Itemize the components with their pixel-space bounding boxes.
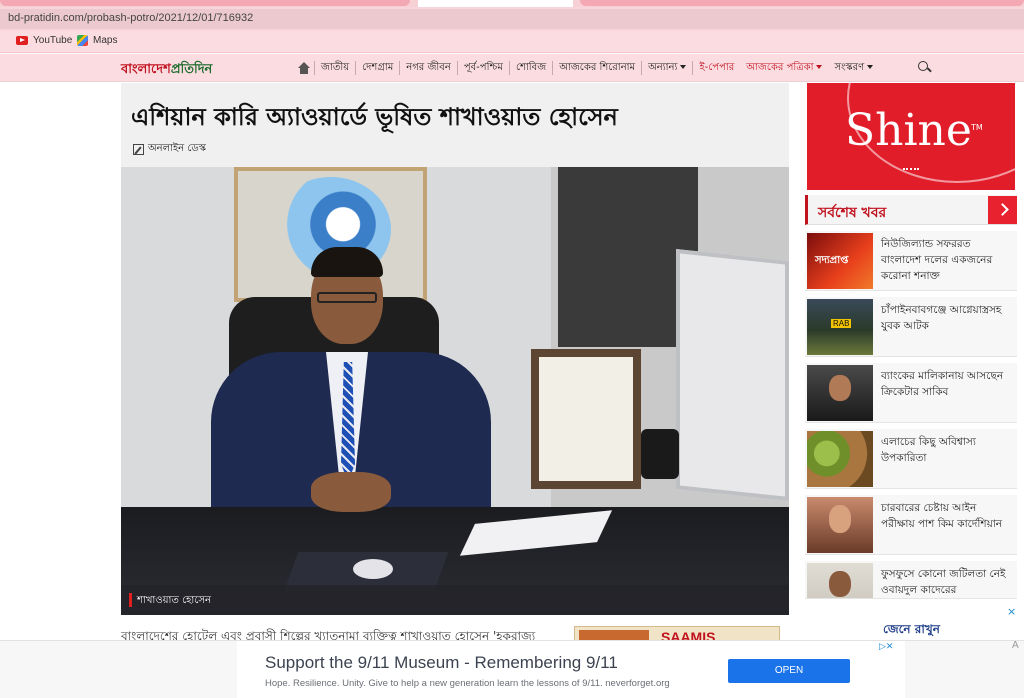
latest-news-title: সর্বশেষ খবর <box>818 205 887 221</box>
photo-monitor <box>676 249 789 501</box>
ad-headline[interactable]: Support the 9/11 Museum - Remembering 9/… <box>265 653 618 673</box>
news-thumbnail: সদ্যপ্রাপ্ত <box>807 233 873 289</box>
news-item[interactable]: সদ্যপ্রাপ্ত নিউজিল্যান্ড সফররত বাংলাদেশ … <box>805 231 1017 291</box>
nav-item-epaper[interactable]: ই-পেপার <box>692 61 740 75</box>
nav-item-national[interactable]: জাতীয় <box>314 61 355 75</box>
latest-news-header: সর্বশেষ খবর <box>805 195 1017 225</box>
nav-item-label: অন্যান্য <box>648 62 678 73</box>
browser-tab[interactable] <box>580 0 1024 6</box>
thumbnail-label: RAB <box>831 319 852 328</box>
photo-certificate <box>531 349 641 489</box>
address-bar: bd-pratidin.com/probash-potro/2021/12/01… <box>0 7 1024 31</box>
byline-text: অনলাইন ডেস্ক <box>148 143 206 154</box>
maps-icon <box>77 35 88 46</box>
news-item[interactable]: RAB চাঁপাইনবাবগঞ্জে আগ্নেয়াস্ত্রসহ যুবক… <box>805 297 1017 357</box>
url-text[interactable]: bd-pratidin.com/probash-potro/2021/12/01… <box>8 12 253 24</box>
news-title[interactable]: এলাচের কিছু অবিশ্বাস্য উপকারিতা <box>881 434 1011 466</box>
nav-item-country[interactable]: দেশগ্রাম <box>355 61 399 75</box>
article-headline: এশিয়ান কারি অ্যাওয়ার্ডে ভূষিত শাখাওয়া… <box>131 103 618 131</box>
browser-tab-active[interactable] <box>418 0 573 7</box>
news-thumbnail <box>807 497 873 553</box>
shine-tm: TM <box>971 123 983 132</box>
close-icon[interactable]: × <box>1007 605 1016 618</box>
bookmark-label: YouTube <box>33 35 73 46</box>
news-title[interactable]: ব্যাংকের মালিকানায় আসছেন ক্রিকেটার সাকি… <box>881 368 1011 400</box>
pencil-icon <box>133 144 144 155</box>
bookmarks-bar: YouTube Maps <box>0 31 1024 53</box>
nav-item-headlines[interactable]: আজকের শিরোনাম <box>552 61 641 75</box>
logo-text-green: প্রতিদিন <box>170 62 213 77</box>
sidebar-ad-text: জেনে রাখুন <box>883 622 940 636</box>
shine-dots <box>903 168 919 171</box>
news-item[interactable]: ব্যাংকের মালিকানায় আসছেন ক্রিকেটার সাকি… <box>805 363 1017 423</box>
ad-open-button[interactable]: OPEN <box>728 659 850 683</box>
photo-person-hair <box>311 247 383 277</box>
byline: অনলাইন ডেস্ক <box>133 141 206 158</box>
news-thumbnail <box>807 563 873 598</box>
bookmark-label: Maps <box>93 35 118 46</box>
nav-menu: জাতীয় দেশগ্রাম নগর জীবন পূর্ব-পশ্চিম শো… <box>298 54 879 82</box>
news-item[interactable]: চারবারের চেষ্টায় আইন পরীক্ষায় পাশ কিম … <box>805 495 1017 555</box>
nav-item-edition[interactable]: সংস্করণ <box>828 61 879 75</box>
youtube-icon <box>16 36 28 45</box>
shine-logo-text: Shine <box>845 105 972 156</box>
ad-subtext: Hope. Resilience. Unity. Give to help a … <box>265 678 670 689</box>
nav-item-others[interactable]: অন্যান্য <box>641 61 692 75</box>
site-nav: বাংলাদেশপ্রতিদিন জাতীয় দেশগ্রাম নগর জীব… <box>0 54 1024 82</box>
news-item[interactable]: এলাচের কিছু অবিশ্বাস্য উপকারিতা <box>805 429 1017 489</box>
logo-text-red: বাংলাদেশ <box>121 62 171 77</box>
news-item[interactable]: ফুসফুসে কোনো জটিলতা নেই ওবায়দুল কাদেরের <box>805 561 1017 599</box>
chevron-down-icon <box>816 65 823 69</box>
nav-item-todays-paper[interactable]: আজকের পত্রিকা <box>740 61 828 75</box>
nav-item-showbiz[interactable]: শোবিজ <box>508 61 552 75</box>
article: এশিয়ান কারি অ্যাওয়ার্ডে ভূষিত শাখাওয়া… <box>121 83 789 615</box>
photo-mouse <box>353 559 393 579</box>
news-title[interactable]: চাঁপাইনবাবগঞ্জে আগ্নেয়াস্ত্রসহ যুবক আটক <box>881 302 1011 334</box>
bookmark-youtube[interactable]: YouTube <box>16 35 72 46</box>
chevron-right-icon[interactable] <box>988 196 1017 224</box>
site-logo[interactable]: বাংলাদেশপ্রতিদিন <box>121 60 212 81</box>
chevron-down-icon <box>867 65 874 69</box>
news-thumbnail <box>807 431 873 487</box>
photo-hands <box>311 472 391 512</box>
nav-item-label: সংস্করণ <box>834 62 865 73</box>
thumbnail-label: সদ্যপ্রাপ্ত <box>815 255 849 266</box>
news-title[interactable]: ফুসফুসে কোনো জটিলতা নেই ওবায়দুল কাদেরের <box>881 566 1011 598</box>
home-icon[interactable] <box>298 62 310 74</box>
news-title[interactable]: চারবারের চেষ্টায় আইন পরীক্ষায় পাশ কিম … <box>881 500 1011 532</box>
search-icon[interactable] <box>918 61 932 75</box>
article-photo[interactable]: শাখাওয়াত হোসেন <box>121 167 789 615</box>
news-title[interactable]: নিউজিল্যান্ড সফররত বাংলাদেশ দলের একজনের … <box>881 236 1011 284</box>
bottom-ad-bar: Support the 9/11 Museum - Remembering 9/… <box>0 640 1024 698</box>
browser-tab[interactable] <box>0 0 410 6</box>
bookmark-maps[interactable]: Maps <box>77 35 117 46</box>
browser-tab-strip <box>0 0 1024 7</box>
photo-glasses <box>317 292 377 303</box>
photo-caption: শাখাওয়াত হোসেন <box>121 585 789 615</box>
news-thumbnail: RAB <box>807 299 873 355</box>
photo-phone <box>641 429 679 479</box>
chevron-down-icon <box>680 65 687 69</box>
edge-letter: A <box>1012 640 1019 651</box>
sidebar-ad[interactable]: × জেনে রাখুন <box>807 603 1017 643</box>
bottom-ad[interactable]: Support the 9/11 Museum - Remembering 9/… <box>237 641 905 698</box>
shine-ad-banner[interactable]: Shine TM <box>807 83 1015 190</box>
adchoices-icon[interactable]: ▷✕ <box>879 642 901 654</box>
news-thumbnail <box>807 365 873 421</box>
url-field[interactable]: bd-pratidin.com/probash-potro/2021/12/01… <box>0 9 1024 29</box>
nav-item-city[interactable]: নগর জীবন <box>399 61 457 75</box>
caption-text: শাখাওয়াত হোসেন <box>137 595 211 606</box>
nav-item-label: আজকের পত্রিকা <box>746 62 814 73</box>
nav-item-east-west[interactable]: পূর্ব-পশ্চিম <box>456 61 509 75</box>
